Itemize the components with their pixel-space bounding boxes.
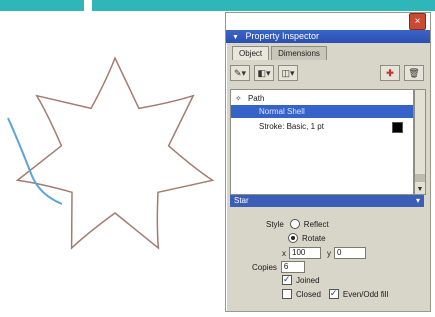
pinwheel-star-shape[interactable]: [15, 56, 215, 250]
list-item-path[interactable]: ✧ Path: [231, 92, 413, 105]
radio-rotate[interactable]: [288, 233, 298, 243]
style-label: Style: [266, 219, 284, 229]
y-prefix: y: [327, 248, 331, 258]
close-button[interactable]: ×: [409, 13, 426, 30]
stroke-label: Stroke: Basic, 1 pt: [259, 122, 324, 131]
joined-checkbox[interactable]: [282, 275, 292, 285]
copies-input[interactable]: 6: [280, 261, 305, 273]
list-item-stroke[interactable]: Stroke: Basic, 1 pt: [231, 120, 413, 133]
joined-row: Joined: [282, 275, 320, 285]
list-item-selected[interactable]: Normal Shell: [231, 105, 413, 118]
panel-title: Property Inspector: [245, 31, 319, 41]
section-header-star[interactable]: Star ▾: [230, 195, 424, 207]
closed-checkbox[interactable]: [282, 289, 292, 299]
joined-label: Joined: [296, 275, 320, 285]
even-odd-label: Even/Odd fill: [342, 289, 389, 299]
rotate-row: Rotate: [288, 233, 326, 243]
even-odd-checkbox[interactable]: [328, 289, 339, 299]
fill-icon[interactable]: ◧▾: [254, 65, 274, 81]
closed-label: Closed: [296, 289, 321, 299]
reflect-label: Reflect: [303, 219, 329, 229]
copies-label: Copies: [252, 262, 277, 272]
x-input[interactable]: 100: [289, 247, 321, 259]
path-label: Path: [247, 94, 265, 103]
panel-tabs: Object Dimensions: [232, 46, 327, 60]
y-input[interactable]: 0: [334, 247, 366, 259]
property-inspector-panel: × ▼ Property Inspector Object Dimensions…: [225, 12, 431, 312]
rotate-label: Rotate: [302, 233, 326, 243]
star-properties: Style Reflect Rotate x 100 y 0 Copies 6 …: [226, 211, 430, 307]
trash-icon[interactable]: 🗑: [404, 65, 424, 81]
effect-icon[interactable]: ◫▾: [278, 65, 298, 81]
style-row: Style Reflect: [266, 219, 329, 229]
radio-reflect[interactable]: [289, 219, 300, 229]
scrollbar-thumb[interactable]: [415, 174, 425, 182]
panel-titlebar[interactable]: × ▼ Property Inspector: [226, 13, 430, 43]
tab-object[interactable]: Object: [232, 46, 270, 60]
add-effect-button[interactable]: ✚: [380, 65, 400, 81]
collapse-arrow-icon[interactable]: ▼: [232, 34, 239, 41]
scroll-down-arrow-icon[interactable]: ▼: [415, 185, 425, 194]
tab-dimensions[interactable]: Dimensions: [271, 46, 327, 60]
path-icon: ✧: [235, 94, 242, 103]
selected-segment[interactable]: [7, 117, 63, 205]
panel-title-strip[interactable]: ▼ Property Inspector: [226, 30, 430, 43]
section-collapse-icon[interactable]: ▾: [416, 195, 420, 207]
section-title: Star: [234, 196, 249, 205]
pen-icon[interactable]: ✎▾: [230, 65, 250, 81]
closed-row: Closed Even/Odd fill: [282, 289, 388, 299]
appearance-list[interactable]: ✧ Path Normal Shell Stroke: Basic, 1 pt: [230, 89, 414, 195]
stroke-color-swatch[interactable]: [392, 122, 403, 133]
copies-row: Copies 6: [252, 261, 305, 273]
x-prefix: x: [282, 248, 286, 258]
list-scrollbar[interactable]: ▼: [414, 89, 426, 195]
panel-toolbar: ✎▾ ◧▾ ◫▾ ✚ 🗑: [230, 65, 424, 81]
xy-row: x 100 y 0: [282, 247, 366, 259]
